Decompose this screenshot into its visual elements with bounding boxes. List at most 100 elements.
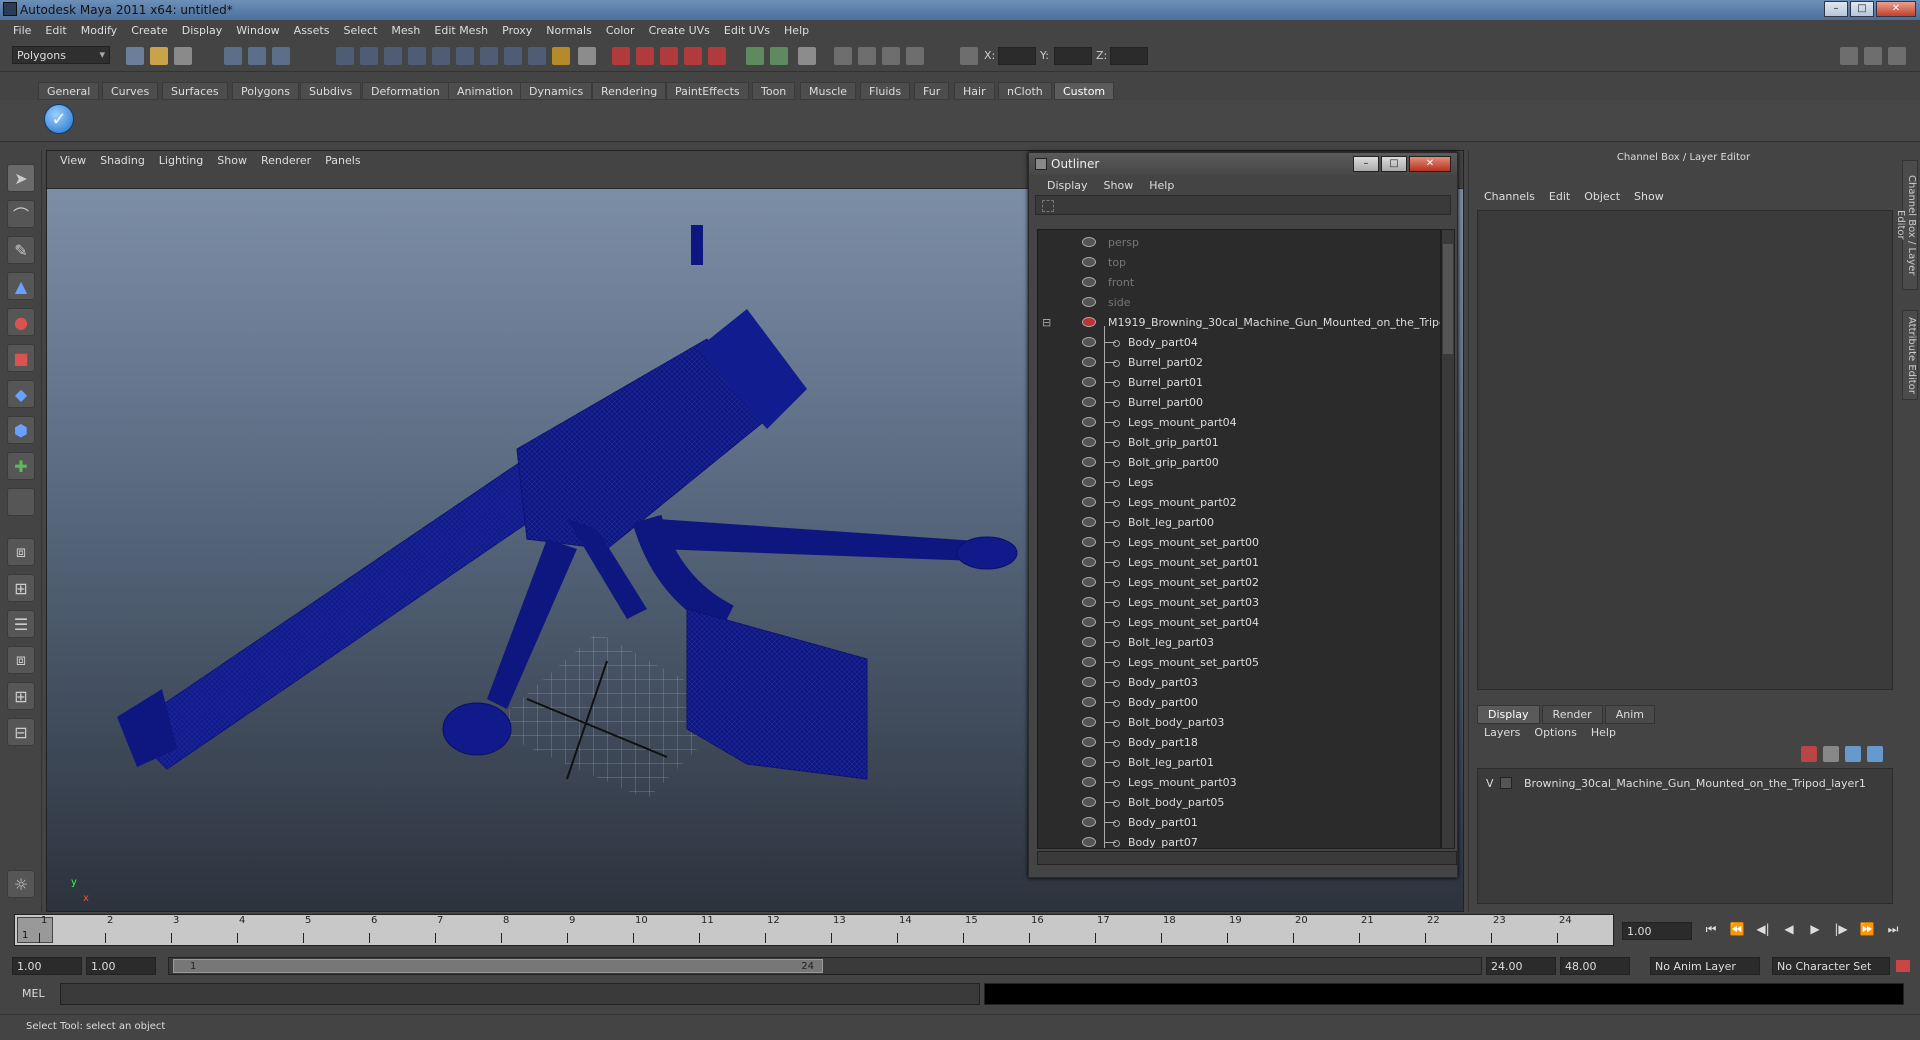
hypershade-layout-icon[interactable]: ⊞ xyxy=(7,682,35,710)
menu-edit-mesh[interactable]: Edit Mesh xyxy=(427,24,495,37)
outliner-item[interactable]: Legs_mount_set_part00 xyxy=(1038,532,1440,552)
layer-list[interactable]: V Browning_30cal_Machine_Gun_Mounted_on_… xyxy=(1477,768,1893,904)
outliner-item[interactable]: Burrel_part02 xyxy=(1038,352,1440,372)
side-tab-channel-box[interactable]: Channel Box / Layer Editor xyxy=(1895,160,1918,290)
vp-menu-shading[interactable]: Shading xyxy=(93,154,152,167)
outliner-item[interactable]: Legs_mount_set_part05 xyxy=(1038,652,1440,672)
outliner-item[interactable]: Bolt_leg_part00 xyxy=(1038,512,1440,532)
step-back-key-icon[interactable]: ⏪ xyxy=(1726,922,1748,940)
anim-layer-dropdown[interactable]: No Anim Layer xyxy=(1650,957,1760,975)
outliner-close-button[interactable]: ✕ xyxy=(1409,156,1451,172)
layer-name[interactable]: Browning_30cal_Machine_Gun_Mounted_on_th… xyxy=(1524,777,1866,790)
pick-joints-icon[interactable] xyxy=(360,47,378,65)
outliner-maximize-button[interactable]: □ xyxy=(1381,156,1407,172)
close-button[interactable]: ✕ xyxy=(1876,1,1916,17)
four-pane-layout-icon[interactable]: ⊞ xyxy=(7,574,35,602)
snap-curve-icon[interactable] xyxy=(636,47,654,65)
help-icon[interactable] xyxy=(528,47,546,65)
graph-layout-icon[interactable]: ⧈ xyxy=(7,646,35,674)
z-field[interactable] xyxy=(1110,47,1148,65)
new-layer-selected-icon[interactable] xyxy=(1823,746,1839,762)
last-tool-icon[interactable] xyxy=(7,488,35,516)
maximize-button[interactable]: □ xyxy=(1850,1,1874,17)
scale-tool-icon[interactable]: ■ xyxy=(7,344,35,372)
vp-menu-show[interactable]: Show xyxy=(210,154,254,167)
outliner-menu-show[interactable]: Show xyxy=(1096,179,1142,192)
playback-start-field[interactable]: 1.00 xyxy=(86,957,156,975)
shelf-tab-fur[interactable]: Fur xyxy=(914,82,950,100)
outliner-camera-side[interactable]: side xyxy=(1038,292,1440,312)
show-attribute-editor-icon[interactable] xyxy=(1864,47,1882,65)
shelf-tab-curves[interactable]: Curves xyxy=(102,82,159,100)
input-ops-icon[interactable] xyxy=(746,47,764,65)
lock-selection-icon[interactable] xyxy=(552,47,570,65)
shelf-tab-polygons[interactable]: Polygons xyxy=(232,82,299,100)
layer-remove-icon[interactable] xyxy=(1867,746,1883,762)
menu-edit-uvs[interactable]: Edit UVs xyxy=(717,24,777,37)
shelf-tab-deformation[interactable]: Deformation xyxy=(362,82,449,100)
go-to-start-icon[interactable]: ⏮ xyxy=(1700,922,1722,940)
outliner-item[interactable]: Body_part04 xyxy=(1038,332,1440,352)
menu-create-uvs[interactable]: Create UVs xyxy=(642,24,717,37)
outliner-item[interactable]: Legs_mount_set_part04 xyxy=(1038,612,1440,632)
highlight-selection-icon[interactable] xyxy=(578,47,596,65)
select-component-icon[interactable] xyxy=(272,47,290,65)
minimize-button[interactable]: – xyxy=(1824,1,1848,17)
snap-grid-icon[interactable] xyxy=(612,47,630,65)
time-slider[interactable]: 1 1 2 3 4 5 6 7 8 9 10 11 12 13 14 15 16 17 18 19 20 21 22 23 2… xyxy=(14,914,1614,946)
outliner-item[interactable]: Legs_mount_part04 xyxy=(1038,412,1440,432)
make-live-icon[interactable] xyxy=(708,47,726,65)
new-layer-icon[interactable] xyxy=(1801,746,1817,762)
channel-list[interactable] xyxy=(1477,210,1893,690)
outliner-list[interactable]: persp top front side ⊟ M1919_Browning_30cal_M… xyxy=(1037,229,1441,849)
single-pane-layout-icon[interactable]: ⧈ xyxy=(7,538,35,566)
construction-history-icon[interactable] xyxy=(798,47,816,65)
step-forward-key-icon[interactable]: ⏩ xyxy=(1856,922,1878,940)
outliner-item[interactable]: Bolt_body_part05 xyxy=(1038,792,1440,812)
shelf-tab-fluids[interactable]: Fluids xyxy=(860,82,911,100)
menu-file[interactable]: File xyxy=(6,24,38,37)
checkmark-shelf-icon[interactable]: ✓ xyxy=(44,104,74,134)
outliner-vertical-scrollbar[interactable] xyxy=(1441,229,1455,849)
quick-layout-icon[interactable]: ☼ xyxy=(7,870,35,898)
play-forwards-icon[interactable]: ▶ xyxy=(1804,922,1826,940)
select-object-icon[interactable] xyxy=(248,47,266,65)
pick-rendering-icon[interactable] xyxy=(480,47,498,65)
menu-proxy[interactable]: Proxy xyxy=(495,24,539,37)
shelf-tab-custom[interactable]: Custom xyxy=(1054,82,1115,100)
render-settings-icon[interactable] xyxy=(882,47,900,65)
pick-mask-icon[interactable] xyxy=(336,47,354,65)
menu-edit[interactable]: Edit xyxy=(38,24,73,37)
menu-assets[interactable]: Assets xyxy=(287,24,337,37)
go-to-end-icon[interactable]: ⏭ xyxy=(1882,922,1904,940)
menu-create[interactable]: Create xyxy=(124,24,175,37)
end-time-field[interactable]: 48.00 xyxy=(1560,957,1630,975)
layer-visibility-toggle[interactable]: V xyxy=(1486,777,1494,790)
menu-select[interactable]: Select xyxy=(336,24,384,37)
vp-menu-renderer[interactable]: Renderer xyxy=(254,154,318,167)
new-scene-icon[interactable] xyxy=(126,47,144,65)
step-back-frame-icon[interactable]: ◀| xyxy=(1752,922,1774,940)
outliner-item[interactable]: Body_part03 xyxy=(1038,672,1440,692)
command-input[interactable] xyxy=(60,983,980,1005)
outliner-camera-top[interactable]: top xyxy=(1038,252,1440,272)
outliner-camera-persp[interactable]: persp xyxy=(1038,232,1440,252)
menu-display[interactable]: Display xyxy=(175,24,230,37)
show-manip-icon[interactable]: ✚ xyxy=(7,452,35,480)
layer-menu-layers[interactable]: Layers xyxy=(1477,726,1527,739)
pick-curves-icon[interactable] xyxy=(384,47,402,65)
custom-layout-icon[interactable]: ⊟ xyxy=(7,718,35,746)
shelf-tab-hair[interactable]: Hair xyxy=(954,82,995,100)
cb-menu-show[interactable]: Show xyxy=(1627,190,1671,203)
play-backwards-icon[interactable]: ◀ xyxy=(1778,922,1800,940)
auto-key-icon[interactable] xyxy=(1896,960,1910,972)
layer-tab-anim[interactable]: Anim xyxy=(1604,705,1655,724)
outliner-filter-field[interactable] xyxy=(1035,195,1451,215)
outliner-camera-front[interactable]: front xyxy=(1038,272,1440,292)
snap-point-icon[interactable] xyxy=(660,47,678,65)
pick-dynamics-icon[interactable] xyxy=(456,47,474,65)
layer-type-toggle[interactable] xyxy=(1500,777,1512,789)
playback-end-field[interactable]: 24.00 xyxy=(1486,957,1556,975)
outliner-item[interactable]: Bolt_body_part03 xyxy=(1038,712,1440,732)
menu-mesh[interactable]: Mesh xyxy=(384,24,427,37)
